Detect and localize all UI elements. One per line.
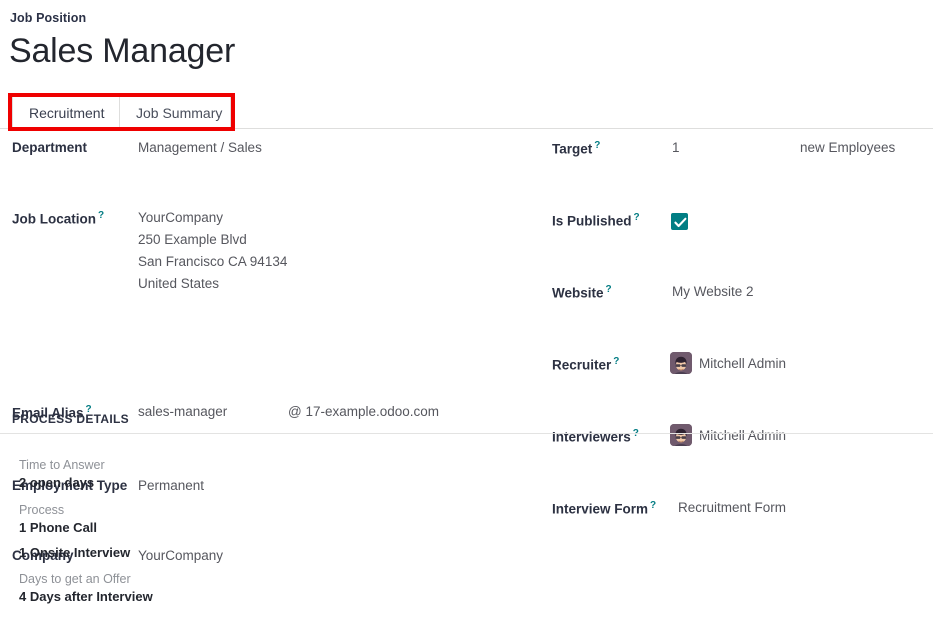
page-title: Sales Manager <box>9 29 235 73</box>
help-icon[interactable]: ? <box>606 284 612 295</box>
help-icon[interactable]: ? <box>650 500 656 511</box>
target-suffix: new Employees <box>800 140 895 155</box>
field-job-location: Job Location? YourCompany 250 Example Bl… <box>0 210 540 307</box>
interviewer-chip[interactable]: Mitchell Admin <box>670 424 786 446</box>
field-department: Department Management / Sales <box>0 140 540 175</box>
tab-recruitment[interactable]: Recruitment <box>12 96 120 129</box>
job-location-line-2[interactable]: 250 Example Blvd <box>138 232 247 247</box>
field-label-website: Website? <box>552 284 612 301</box>
process-details-divider <box>0 433 933 434</box>
process-detail-label: Days to get an Offer <box>19 572 131 586</box>
recruiter-chip[interactable]: Mitchell Admin <box>670 352 786 374</box>
process-detail-label: Process <box>19 503 64 517</box>
is-published-checkbox[interactable] <box>671 213 688 230</box>
field-target: Target? 1 new Employees <box>540 140 933 176</box>
job-location-line-3[interactable]: San Francisco CA 94134 <box>138 254 287 269</box>
field-value-employment-type[interactable]: Permanent <box>138 478 204 493</box>
process-detail-label: Time to Answer <box>19 458 105 472</box>
recruiter-name: Mitchell Admin <box>699 356 786 371</box>
field-recruiter: Recruiter? Mi <box>540 356 933 392</box>
tab-bar: Recruitment Job Summary <box>0 96 933 129</box>
process-detail-value: 4 Days after Interview <box>19 589 153 604</box>
field-value-interview-form[interactable]: Recruitment Form <box>678 500 786 515</box>
field-label-job-location: Job Location? <box>12 210 104 227</box>
user-avatar-icon <box>670 352 692 374</box>
field-label-interview-form: Interview Form? <box>552 500 656 517</box>
job-location-line-4[interactable]: United States <box>138 276 219 291</box>
field-is-published: Is Published? <box>540 212 933 248</box>
field-value-company[interactable]: YourCompany <box>138 548 223 563</box>
field-label-interviewers: Interviewers? <box>552 428 639 445</box>
user-avatar-icon <box>670 424 692 446</box>
field-label-target: Target? <box>552 140 600 157</box>
field-label-recruiter: Recruiter? <box>552 356 619 373</box>
job-position-form-page: Job Position Sales Manager Recruitment J… <box>0 0 933 637</box>
check-icon <box>672 214 689 231</box>
breadcrumb[interactable]: Job Position <box>10 11 86 25</box>
field-interview-form: Interview Form? Recruitment Form <box>540 500 933 536</box>
field-label-department: Department <box>12 140 87 155</box>
process-details-title: PROCESS DETAILS <box>12 412 129 426</box>
tab-job-summary[interactable]: Job Summary <box>120 96 231 129</box>
form-column-right: Target? 1 new Employees Is Published? We… <box>540 140 933 356</box>
target-input[interactable]: 1 <box>672 140 680 155</box>
field-value-department[interactable]: Management / Sales <box>138 140 262 155</box>
field-value-website[interactable]: My Website 2 <box>672 284 754 299</box>
email-alias-input[interactable]: sales-manager <box>138 404 227 419</box>
job-location-line-1[interactable]: YourCompany <box>138 210 223 225</box>
process-detail-value: 1 Onsite Interview <box>19 545 130 560</box>
help-icon[interactable]: ? <box>594 140 600 151</box>
help-icon[interactable]: ? <box>634 212 640 223</box>
help-icon[interactable]: ? <box>613 356 619 367</box>
help-icon[interactable]: ? <box>98 210 104 221</box>
field-website: Website? My Website 2 <box>540 284 933 320</box>
field-label-is-published: Is Published? <box>552 212 640 229</box>
interviewer-name: Mitchell Admin <box>699 428 786 443</box>
process-detail-value: 2 open days <box>19 475 94 490</box>
process-detail-value: 1 Phone Call <box>19 520 97 535</box>
form-column-left: Department Management / Sales Job Locati… <box>0 140 540 379</box>
email-alias-domain: @ 17-example.odoo.com <box>288 404 439 419</box>
